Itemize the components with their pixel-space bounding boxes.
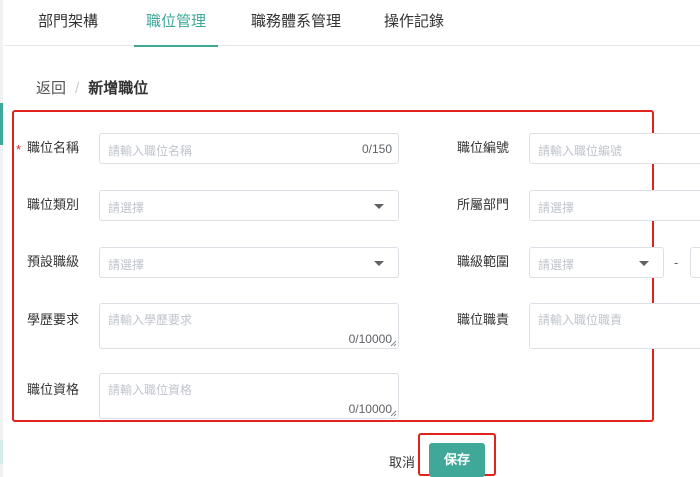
qualification-textarea[interactable]: 請輸入職位資格 0/10000 — [99, 373, 399, 419]
required-mark: * — [16, 142, 22, 157]
position-name-char-count: 0/150 — [361, 142, 392, 156]
education-textarea[interactable]: 請輸入學歷要求 0/10000 — [99, 303, 399, 349]
default-level-placeholder: 請選擇 — [108, 258, 145, 272]
duties-placeholder: 請輸入職位職責 — [538, 313, 623, 327]
level-range-separator: - — [674, 255, 679, 270]
position-type-label: 職位類別 — [27, 197, 80, 212]
position-type-placeholder: 請選擇 — [108, 201, 145, 215]
tab-position-management[interactable]: 職位管理 — [133, 0, 219, 47]
qualification-char-count: 0/10000 — [348, 402, 392, 416]
chevron-down-icon — [374, 204, 384, 209]
department-label: 所屬部門 — [457, 197, 510, 212]
level-range-placeholder: 請選擇 — [538, 258, 575, 272]
left-sidebar-edge — [0, 0, 3, 477]
education-label: 學歷要求 — [27, 312, 80, 327]
position-type-select[interactable]: 請選擇 — [99, 190, 399, 221]
education-char-count: 0/10000 — [348, 332, 392, 346]
education-placeholder: 請輸入學歷要求 — [108, 313, 193, 327]
duties-label: 職位職責 — [457, 312, 510, 327]
back-link[interactable]: 返回 — [36, 80, 66, 97]
resize-handle-icon[interactable] — [390, 340, 397, 347]
breadcrumb-separator: / — [75, 80, 80, 97]
department-select[interactable]: 請選擇 — [529, 190, 700, 221]
default-level-select[interactable]: 請選擇 — [99, 247, 399, 278]
level-range-label: 職級範圍 — [457, 254, 510, 269]
save-button[interactable]: 保存 — [429, 443, 485, 477]
page-title: 新增職位 — [88, 80, 149, 97]
qualification-label: 職位資格 — [27, 382, 80, 397]
position-name-input[interactable]: 請輸入職位名稱 0/150 — [99, 133, 399, 164]
position-code-label: 職位編號 — [457, 140, 510, 155]
resize-handle-icon[interactable] — [390, 410, 397, 417]
position-code-input[interactable]: 請輸入職位編號 — [529, 133, 700, 164]
qualification-placeholder: 請輸入職位資格 — [108, 383, 193, 397]
level-range-start-select[interactable]: 請選擇 — [529, 247, 664, 278]
level-range-end-select[interactable] — [690, 247, 700, 278]
default-level-label: 預設職級 — [27, 254, 80, 269]
tab-bar: 部門架構 職位管理 職務體系管理 操作記錄 — [4, 0, 700, 47]
tab-department-structure[interactable]: 部門架構 — [38, 0, 98, 46]
chevron-down-icon — [374, 261, 384, 266]
position-name-label: 職位名稱 — [27, 140, 80, 155]
duties-textarea[interactable]: 請輸入職位職責 — [529, 303, 700, 349]
sidebar-active-indicator — [0, 103, 3, 145]
cancel-button[interactable]: 取消 — [389, 452, 415, 471]
breadcrumb: 返回 / 新增職位 — [36, 78, 148, 100]
tab-job-system-management[interactable]: 職務體系管理 — [251, 0, 341, 46]
tab-operation-log[interactable]: 操作記錄 — [384, 0, 444, 46]
chevron-down-icon — [639, 261, 649, 266]
sidebar-edge-mark — [0, 440, 3, 464]
department-placeholder: 請選擇 — [538, 201, 575, 215]
position-code-placeholder: 請輸入職位編號 — [538, 144, 623, 158]
position-name-placeholder: 請輸入職位名稱 — [108, 144, 193, 158]
